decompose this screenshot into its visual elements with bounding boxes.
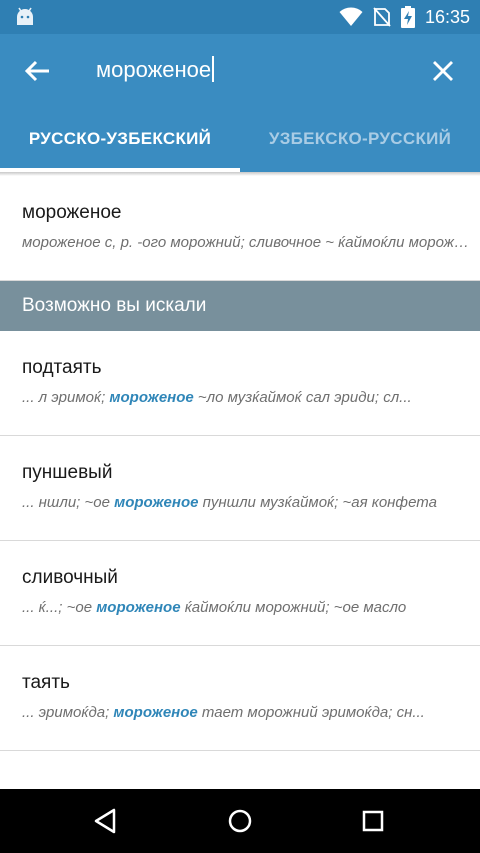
snippet-pre: ... ќ...; ~ое bbox=[22, 599, 97, 616]
results-list: мороженое мороженое с, р. -ого морожний;… bbox=[0, 176, 480, 751]
home-circle-icon[interactable] bbox=[226, 807, 254, 835]
snippet-highlight: мороженое bbox=[114, 494, 199, 511]
recents-square-icon[interactable] bbox=[359, 807, 387, 835]
snippet-highlight: мороженое bbox=[96, 599, 181, 616]
suggestion-word: таять bbox=[22, 672, 70, 693]
wifi-icon bbox=[339, 7, 363, 26]
snippet-highlight: мороженое bbox=[113, 704, 198, 721]
suggestion-snippet: ... л эримоќ; мороженое ~ло музќаймоќ са… bbox=[22, 389, 472, 406]
tab-russian-uzbek[interactable]: РУССКО-УЗБЕКСКИЙ bbox=[0, 106, 240, 172]
back-triangle-icon[interactable] bbox=[92, 807, 120, 835]
suggestion-item[interactable]: подтаять ... л эримоќ; мороженое ~ло муз… bbox=[0, 331, 480, 436]
no-sim-icon bbox=[373, 7, 391, 27]
snippet-pre: ... ншли; ~ое bbox=[22, 494, 115, 511]
search-input-value: мороженое bbox=[96, 57, 212, 82]
suggestion-item[interactable]: сливочный ... ќ...; ~ое мороженое ќаймоќ… bbox=[0, 541, 480, 646]
arrow-left-icon[interactable] bbox=[22, 56, 52, 86]
suggestion-snippet: ... ншли; ~ое мороженое пуншли музќаймоќ… bbox=[22, 494, 472, 511]
dictionary-tabs: РУССКО-УЗБЕКСКИЙ УЗБЕКСКО-РУССКИЙ bbox=[0, 106, 480, 172]
snippet-post: ќаймоќли морожний; ~ое масло bbox=[180, 599, 407, 616]
suggestion-word: пуншевый bbox=[22, 462, 113, 483]
battery-charging-icon bbox=[400, 6, 415, 28]
search-input[interactable]: мороженое bbox=[96, 54, 215, 86]
suggestions-header: Возможно вы искали bbox=[0, 281, 480, 331]
snippet-highlight: мороженое bbox=[109, 389, 194, 406]
status-bar: 16:35 bbox=[0, 0, 480, 34]
tab-uzbek-russian[interactable]: УЗБЕКСКО-РУССКИЙ bbox=[240, 106, 480, 172]
status-time: 16:35 bbox=[424, 6, 470, 27]
suggestion-snippet: ... ќ...; ~ое мороженое ќаймоќли морожни… bbox=[22, 599, 472, 616]
suggestion-snippet: ... эримоќда; мороженое тает морожний эр… bbox=[22, 704, 472, 721]
snippet-post: пуншли музќаймоќ; ~ая конфета bbox=[198, 494, 437, 511]
navigation-bar bbox=[0, 789, 480, 853]
result-word: мороженое bbox=[22, 202, 122, 223]
result-definition: мороженое с, р. -ого морожний; сливочное… bbox=[22, 234, 472, 251]
snippet-post: ~ло музќаймоќ сал эриди; сл... bbox=[193, 389, 412, 406]
snippet-post: тает морожний эримоќда; сн... bbox=[197, 704, 425, 721]
snippet-pre: ... л эримоќ; bbox=[22, 389, 110, 406]
text-cursor bbox=[212, 56, 215, 82]
suggestion-word: подтаять bbox=[22, 357, 102, 378]
android-icon bbox=[17, 7, 33, 25]
close-icon[interactable] bbox=[430, 58, 456, 84]
suggestion-item[interactable]: пуншевый ... ншли; ~ое мороженое пуншли … bbox=[0, 436, 480, 541]
suggestion-word: сливочный bbox=[22, 567, 118, 588]
search-toolbar: мороженое bbox=[0, 34, 480, 106]
snippet-pre: ... эримоќда; bbox=[22, 704, 114, 721]
suggestion-item[interactable]: таять ... эримоќда; мороженое тает морож… bbox=[0, 646, 480, 751]
main-result[interactable]: мороженое мороженое с, р. -ого морожний;… bbox=[0, 176, 480, 281]
